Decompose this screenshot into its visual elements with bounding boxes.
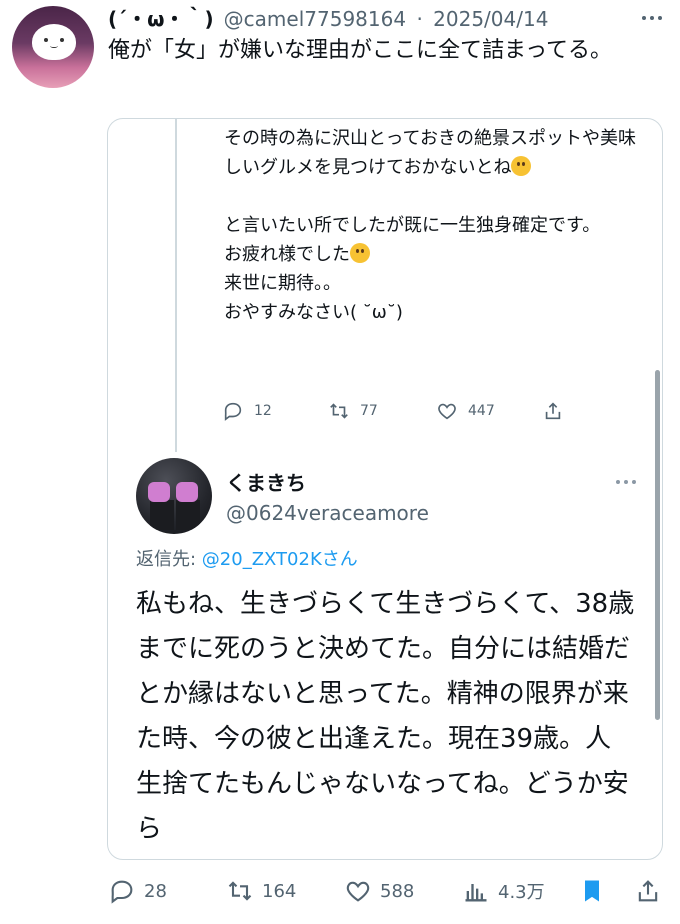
like-count: 588 (380, 880, 415, 902)
reply-icon (224, 402, 242, 421)
upside-down-face-emoji-icon (350, 243, 370, 263)
quoted-upper-actions: 12 77 447 (0, 398, 680, 424)
tweet-text: 俺が「女」が嫌いな理由がここに全て詰まってる。 (108, 38, 613, 63)
display-name[interactable]: (´・ω・｀) (108, 7, 214, 31)
reply-body-text: 私もね、生きづらくて生きづらくて、38歳までに死のうと決めてた。自分には結婚だと… (136, 589, 635, 844)
upper-share-button[interactable] (542, 398, 574, 424)
retweet-button[interactable]: 164 (226, 874, 296, 908)
upper-like-count: 447 (468, 403, 495, 419)
avatar-mouth (50, 44, 58, 48)
share-icon (545, 402, 561, 420)
upper-retweet-button[interactable]: 77 (328, 398, 378, 424)
avatar-face (32, 24, 76, 60)
retweet-icon (228, 881, 252, 901)
reply-avatar[interactable] (136, 458, 212, 534)
reply-more-options-icon[interactable] (614, 476, 638, 488)
upper-line-2: と言いたい所でしたが既に一生独身確定です。 (224, 215, 601, 236)
upper-reply-button[interactable]: 12 (222, 398, 272, 424)
reply-to-line: 返信先: @20_ZXT02Kさん (136, 547, 358, 573)
reply-count: 28 (144, 880, 167, 902)
like-button[interactable]: 588 (344, 874, 414, 908)
upper-line-3: お疲れ様でした (224, 244, 350, 265)
tweet-action-bar: 28 164 588 4.3万 (0, 874, 680, 908)
heart-icon (438, 403, 456, 420)
heart-icon (346, 881, 370, 902)
bookmark-icon (585, 880, 599, 902)
upper-like-button[interactable]: 447 (436, 398, 495, 424)
reply-button[interactable]: 28 (108, 874, 167, 908)
reply-to-label: 返信先: (136, 549, 202, 570)
views-count: 4.3万 (498, 882, 545, 903)
retweet-icon (330, 403, 348, 419)
retweet-count: 164 (262, 880, 297, 902)
upper-line-1: その時の為に沢山とっておきの絶景スポットや美味しいグルメを見つけておかないとね (224, 128, 637, 178)
bookmark-button[interactable] (578, 874, 614, 908)
tweet-date[interactable]: 2025/04/14 (433, 7, 548, 31)
upper-reply-count: 12 (254, 403, 272, 419)
user-avatar[interactable] (12, 6, 94, 88)
share-button[interactable] (634, 874, 670, 908)
upper-retweet-count: 77 (360, 403, 378, 419)
user-handle[interactable]: @camel77598164 (224, 7, 406, 31)
more-options-icon[interactable] (640, 8, 664, 28)
upper-line-5: おやすみなさい( ˘ω˘) (224, 302, 403, 323)
share-icon (638, 880, 658, 902)
views-icon (465, 884, 487, 902)
smile-emoji-icon (511, 156, 532, 176)
avatar-eye (44, 38, 48, 42)
scrollbar[interactable] (655, 370, 660, 720)
reply-to-link[interactable]: @20_ZXT02Kさん (202, 549, 358, 570)
upper-line-4: 来世に期待。。 (224, 273, 341, 294)
separator: · (416, 7, 423, 31)
quoted-upper-text: その時の為に沢山とっておきの絶景スポットや美味しいグルメを見つけておかないとね … (224, 124, 644, 327)
tweet-header: (´・ω・｀) @camel77598164 · 2025/04/14 (108, 6, 668, 32)
reply-display-name[interactable]: くまきち (226, 470, 306, 496)
reply-handle[interactable]: @0624veraceamore (226, 500, 429, 526)
avatar-eye (60, 38, 64, 42)
reply-icon (111, 880, 133, 904)
views-button[interactable]: 4.3万 (462, 874, 545, 908)
